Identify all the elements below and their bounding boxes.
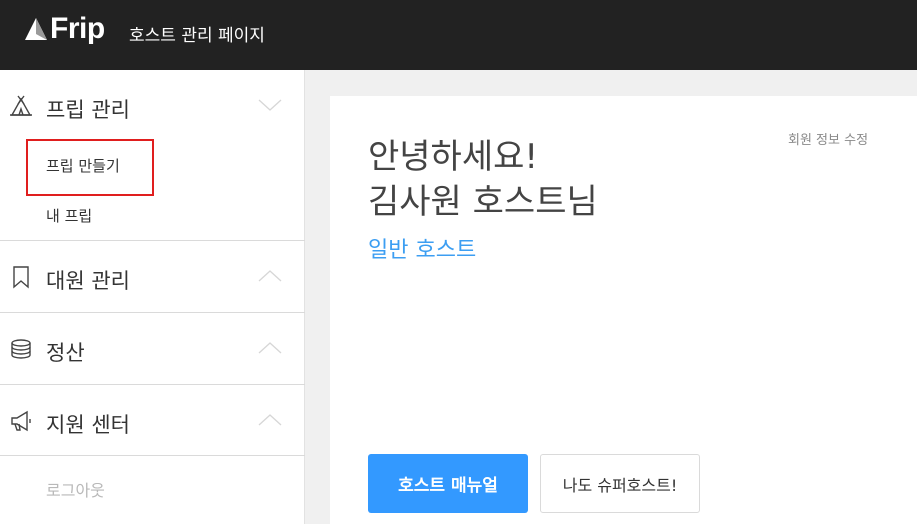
sidebar-section-settlement[interactable]: 정산	[0, 313, 305, 385]
sidebar-section-member-management[interactable]: 대원 관리	[0, 241, 305, 313]
sidebar-section-label: 지원 센터	[46, 413, 130, 437]
bookmark-icon	[13, 266, 29, 289]
page-title: 호스트 관리 페이지	[129, 26, 265, 46]
logo-text: Frip	[50, 12, 105, 45]
chevron-down-icon[interactable]	[257, 98, 283, 112]
chevron-up-icon[interactable]	[257, 341, 283, 355]
tent-icon	[10, 95, 32, 116]
logout-link[interactable]: 로그아웃	[46, 477, 105, 501]
host-manual-button[interactable]: 호스트 매뉴얼	[368, 454, 528, 513]
mountain-logo-icon	[25, 18, 47, 40]
sidebar-section-frip-management[interactable]: 프립 관리	[0, 70, 305, 142]
edit-profile-link[interactable]: 회원 정보 수정	[788, 129, 868, 148]
megaphone-icon	[11, 410, 31, 432]
chevron-up-icon[interactable]	[257, 269, 283, 283]
chevron-up-icon[interactable]	[257, 413, 283, 427]
super-host-button[interactable]: 나도 슈퍼호스트!	[540, 454, 700, 513]
greeting-line-2: 김사원 호스트님	[368, 182, 598, 222]
sidebar-section-label: 대원 관리	[46, 269, 130, 293]
sidebar-section-support-center[interactable]: 지원 센터	[0, 385, 305, 457]
main-panel: 회원 정보 수정 안녕하세요! 김사원 호스트님 일반 호스트 호스트 매뉴얼 …	[330, 96, 917, 524]
host-type-label: 일반 호스트	[368, 238, 477, 263]
greeting-line-1: 안녕하세요!	[368, 137, 539, 177]
frip-logo[interactable]: Frip	[24, 12, 105, 46]
sidebar-section-label: 정산	[46, 341, 85, 365]
top-bar: Frip 호스트 관리 페이지	[0, 0, 917, 70]
sidebar-item-my-frip[interactable]: 내 프립	[46, 205, 92, 226]
divider	[0, 455, 305, 456]
sidebar-section-label: 프립 관리	[46, 98, 130, 122]
highlight-box	[26, 139, 154, 196]
coins-icon	[11, 339, 31, 359]
